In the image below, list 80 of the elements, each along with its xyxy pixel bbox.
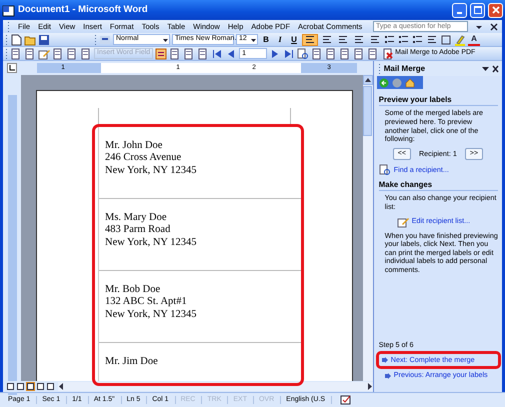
bullet-arrow-icon — [382, 357, 388, 364]
view-button[interactable] — [36, 382, 45, 391]
label-text-line: New York, NY 12345 — [105, 308, 198, 322]
view-button[interactable] — [6, 382, 15, 391]
label-text-line: 132 ABC St. Apt#1 — [105, 296, 188, 309]
label-text-line: Mr. Bob Doe — [105, 284, 162, 296]
document-icon[interactable] — [353, 48, 366, 60]
align-icon — [353, 34, 365, 46]
magnifier-icon — [378, 164, 391, 176]
window-title: Document1 - Microsoft Word — [18, 4, 149, 16]
align-button[interactable] — [352, 34, 366, 46]
align-button[interactable] — [368, 34, 382, 46]
document-icon[interactable] — [339, 48, 352, 60]
back-icon[interactable] — [378, 78, 389, 88]
spelling-status-icon — [340, 395, 352, 405]
align-icon — [369, 34, 381, 46]
maximize-icon — [474, 6, 482, 14]
bullet-arrow-icon — [384, 372, 391, 379]
document-icon[interactable] — [80, 48, 92, 60]
dropdown-arrow-icon[interactable] — [482, 64, 489, 72]
view-button[interactable] — [46, 382, 55, 391]
close-icon — [492, 6, 500, 14]
document-icon[interactable] — [38, 48, 50, 60]
document-icon[interactable] — [197, 48, 210, 60]
document-icon[interactable] — [183, 48, 196, 60]
document-icon[interactable] — [66, 48, 78, 60]
minimize-button[interactable] — [452, 2, 467, 18]
document-icon[interactable] — [297, 48, 310, 60]
align-button[interactable] — [336, 34, 350, 46]
align-button[interactable] — [320, 34, 334, 46]
first-record-icon[interactable] — [211, 48, 224, 60]
left-arrow-icon[interactable] — [58, 382, 64, 391]
last-record-icon[interactable] — [283, 48, 296, 60]
document-icon[interactable] — [367, 48, 380, 60]
document-icon[interactable] — [325, 48, 338, 60]
underline-button[interactable]: U — [288, 34, 300, 46]
label-text-line: New York, NY 12345 — [105, 236, 198, 250]
pdf-icon — [382, 48, 394, 60]
tab-stop-selector[interactable] — [7, 63, 17, 73]
maximize-button[interactable] — [470, 2, 485, 18]
scroll-thumb[interactable] — [363, 86, 372, 136]
highlighter-icon[interactable] — [454, 34, 466, 46]
tab-stop-icon — [9, 65, 15, 71]
align-icon — [337, 34, 349, 46]
document-icon[interactable] — [311, 48, 324, 60]
document-icon[interactable] — [24, 48, 36, 60]
label-text-line: 483 Parm Road — [105, 224, 172, 237]
label-text-line: Mr. Jim Doe — [105, 356, 159, 368]
label-text-line: New York, NY 12345 — [105, 164, 198, 178]
close-icon[interactable] — [490, 20, 498, 32]
vertical-scrollbar[interactable] — [362, 75, 373, 381]
scroll-up-button[interactable] — [362, 75, 373, 85]
align-icon — [304, 34, 316, 46]
indent-icon[interactable] — [426, 34, 438, 46]
styles-icon[interactable] — [99, 34, 111, 46]
numbering-icon[interactable] — [398, 34, 410, 46]
merge-field-icon[interactable] — [155, 48, 168, 60]
save-icon[interactable] — [38, 34, 50, 46]
align-icon — [321, 34, 333, 46]
border-icon[interactable] — [440, 34, 452, 46]
label-text-line: Ms. Mary Doe — [105, 212, 168, 224]
view-button[interactable] — [26, 382, 35, 391]
bullets-icon[interactable] — [412, 34, 424, 46]
document-icon[interactable] — [52, 48, 64, 60]
document-icon[interactable] — [10, 48, 22, 60]
close-icon[interactable] — [492, 64, 499, 72]
line-spacing-icon[interactable] — [384, 34, 396, 46]
close-button[interactable] — [488, 2, 503, 18]
align-button[interactable] — [302, 34, 318, 46]
document-icon[interactable] — [169, 48, 182, 60]
word-document-icon — [2, 4, 15, 16]
italic-button[interactable]: I — [274, 34, 286, 46]
label-text-line: 246 Cross Avenue — [105, 152, 182, 165]
right-arrow-icon[interactable] — [366, 382, 373, 391]
up-arrow-icon — [364, 78, 371, 82]
view-button[interactable] — [16, 382, 25, 391]
label-text-line: Mr. John Doe — [105, 140, 164, 152]
pencil-icon — [396, 216, 409, 228]
bold-button[interactable]: B — [260, 34, 272, 46]
task-pane-title: Mail Merge — [384, 64, 426, 74]
